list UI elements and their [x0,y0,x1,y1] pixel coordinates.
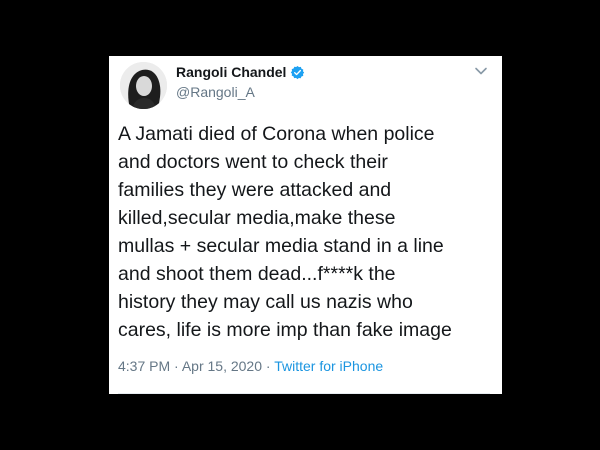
avatar-image [120,62,167,109]
meta-separator: · [174,358,179,374]
tweet-source-link[interactable]: Twitter for iPhone [274,358,383,374]
divider [118,393,490,394]
author-row: Rangoli Chandel [176,64,305,80]
tweet-time[interactable]: 4:37 PM [118,358,170,374]
meta-separator: · [265,358,271,374]
display-name[interactable]: Rangoli Chandel [176,64,286,80]
tweet-date[interactable]: Apr 15, 2020 [182,358,262,374]
handle[interactable]: @Rangoli_A [176,84,255,100]
tweet-card: Rangoli Chandel @Rangoli_A A Jamati died… [109,56,502,394]
chevron-down-icon[interactable] [474,64,488,78]
tweet-meta: 4:37 PM · Apr 15, 2020 · Twitter for iPh… [118,358,383,374]
avatar[interactable] [120,62,167,109]
tweet-text: A Jamati died of Corona when police and … [118,123,452,341]
verified-badge-icon [291,65,305,79]
